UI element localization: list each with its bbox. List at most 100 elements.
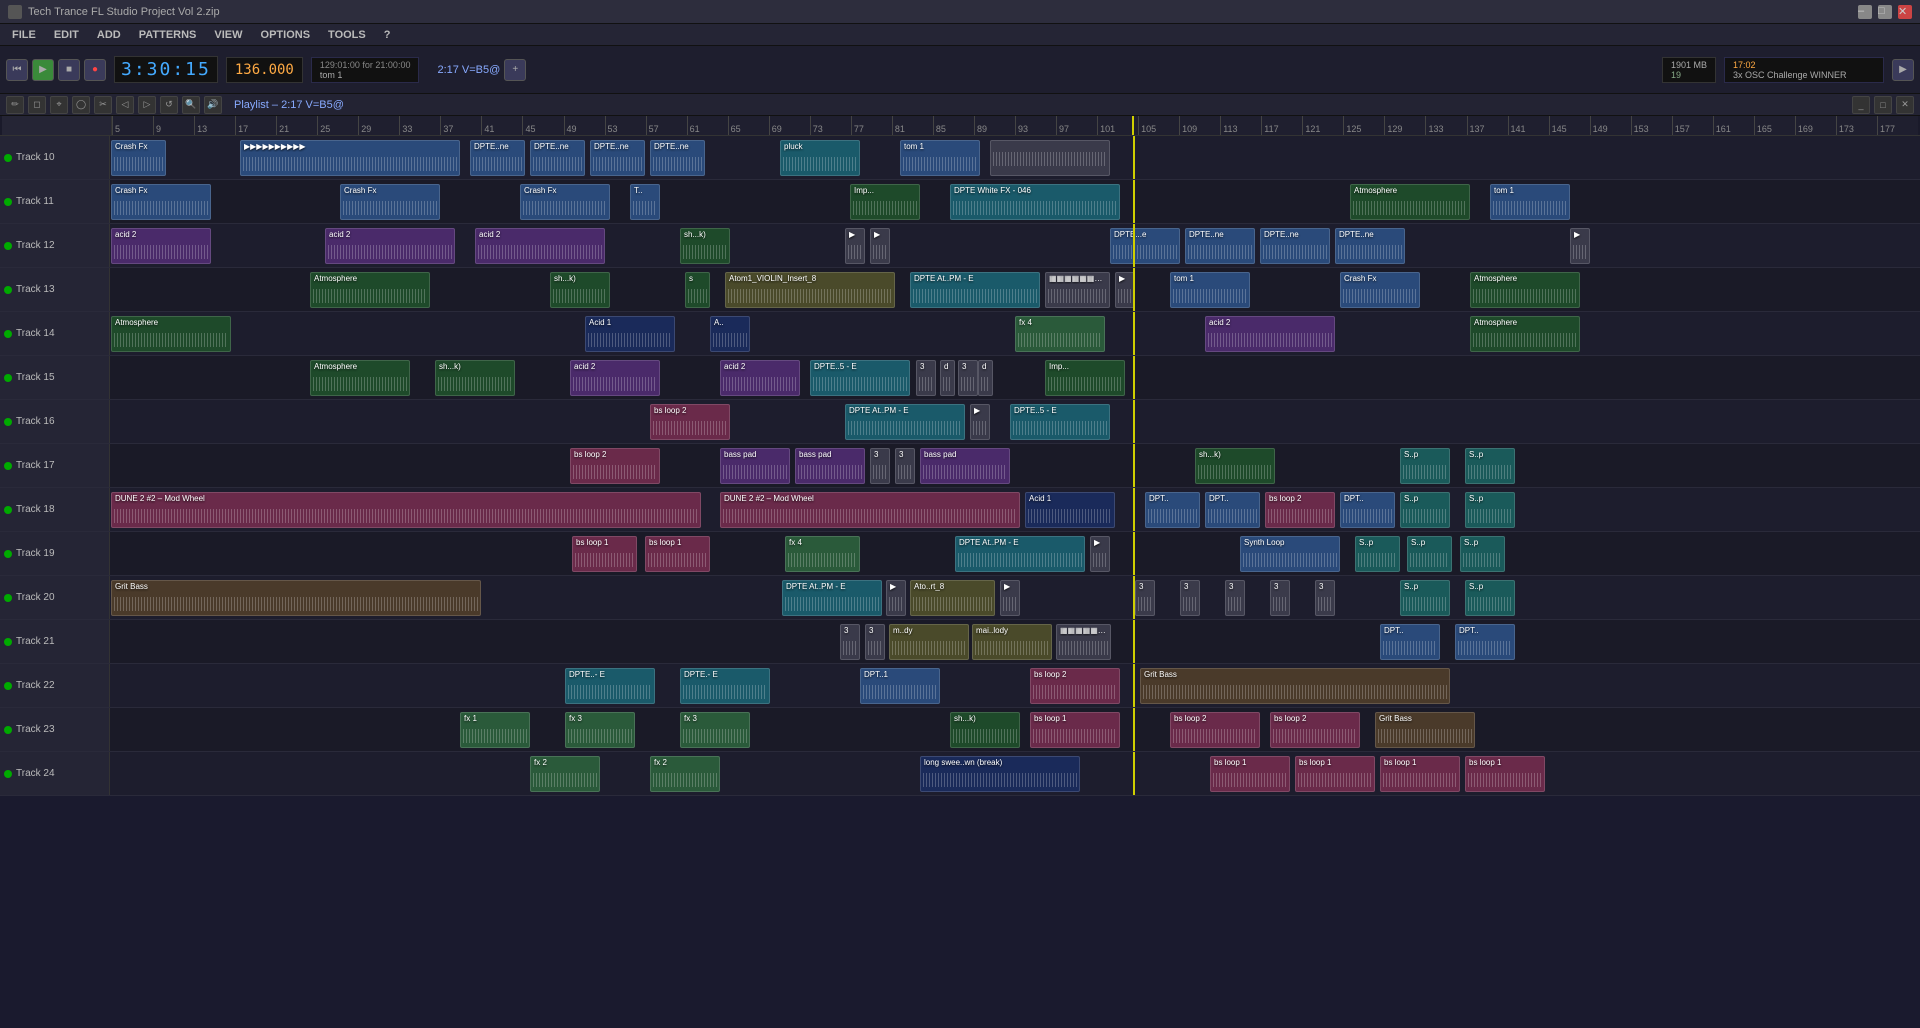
pattern-block-t19-b1[interactable]: bs loop 1 [645, 536, 710, 572]
pattern-block-t21-b6[interactable]: DPT.. [1455, 624, 1515, 660]
pattern-block-t22-b1[interactable]: DPTE.- E [680, 668, 770, 704]
minimize-button[interactable]: – [1858, 5, 1872, 19]
pattern-block-t15-b4[interactable]: DPTE..5 - E [810, 360, 910, 396]
tool-left[interactable]: ◁ [116, 96, 134, 114]
record-button[interactable]: ● [84, 59, 106, 81]
pattern-block-t20-b6[interactable]: 3 [1180, 580, 1200, 616]
pattern-block-t11-b0[interactable]: Crash Fx [111, 184, 211, 220]
pattern-block-t14-b1[interactable]: Acid 1 [585, 316, 675, 352]
track-led-24[interactable] [4, 770, 12, 778]
pattern-block-t23-b2[interactable]: fx 3 [680, 712, 750, 748]
pattern-block-t13-b7[interactable]: tom 1 [1170, 272, 1250, 308]
track-led-15[interactable] [4, 374, 12, 382]
menu-item-tools[interactable]: TOOLS [320, 27, 374, 43]
pattern-block-t19-b6[interactable]: S..p [1355, 536, 1400, 572]
pattern-block-t10-b2[interactable]: DPTE..ne [470, 140, 525, 176]
pattern-block-t14-b0[interactable]: Atmosphere [111, 316, 231, 352]
pattern-block-t11-b2[interactable]: Crash Fx [520, 184, 610, 220]
pattern-block-t15-b6[interactable]: d [940, 360, 955, 396]
tool-audio[interactable]: 🔊 [204, 96, 222, 114]
pattern-block-t20-b0[interactable]: Grit Bass [111, 580, 481, 616]
pattern-block-t12-b10[interactable]: ▶ [1570, 228, 1590, 264]
pattern-block-t13-b8[interactable]: Crash Fx [1340, 272, 1420, 308]
pattern-block-t10-b1[interactable]: ▶▶▶▶▶▶▶▶▶▶ [240, 140, 460, 176]
pattern-block-t10-b3[interactable]: DPTE..ne [530, 140, 585, 176]
pattern-block-t14-b2[interactable]: A.. [710, 316, 750, 352]
play-button[interactable]: ▶ [32, 59, 54, 81]
pattern-block-t23-b7[interactable]: Grit Bass [1375, 712, 1475, 748]
pattern-block-t20-b7[interactable]: 3 [1225, 580, 1245, 616]
pattern-block-t21-b0[interactable]: 3 [840, 624, 860, 660]
close-playlist-button[interactable]: ✕ [1896, 96, 1914, 114]
pattern-block-t11-b5[interactable]: DPTE White FX - 046 [950, 184, 1120, 220]
track-led-19[interactable] [4, 550, 12, 558]
pattern-block-t13-b4[interactable]: DPTE At..PM - E [910, 272, 1040, 308]
pattern-block-t20-b2[interactable]: ▶ [886, 580, 906, 616]
track-led-17[interactable] [4, 462, 12, 470]
track-led-12[interactable] [4, 242, 12, 250]
pattern-block-t16-b1[interactable]: DPTE At..PM - E [845, 404, 965, 440]
pattern-block-t21-b3[interactable]: mai..lody [972, 624, 1052, 660]
track-led-13[interactable] [4, 286, 12, 294]
pattern-block-t11-b3[interactable]: T.. [630, 184, 660, 220]
pattern-block-t15-b5[interactable]: 3 [916, 360, 936, 396]
pattern-block-t20-b4[interactable]: ▶ [1000, 580, 1020, 616]
pattern-block-t19-b2[interactable]: fx 4 [785, 536, 860, 572]
pattern-block-t17-b0[interactable]: bs loop 2 [570, 448, 660, 484]
pattern-block-t10-b7[interactable]: tom 1 [900, 140, 980, 176]
pattern-block-t19-b8[interactable]: S..p [1460, 536, 1505, 572]
pattern-block-t16-b0[interactable]: bs loop 2 [650, 404, 730, 440]
pattern-block-t13-b0[interactable]: Atmosphere [310, 272, 430, 308]
pattern-block-t19-b0[interactable]: bs loop 1 [572, 536, 637, 572]
pattern-block-t10-b5[interactable]: DPTE..ne [650, 140, 705, 176]
pattern-block-t19-b3[interactable]: DPTE At..PM - E [955, 536, 1085, 572]
pattern-block-t22-b3[interactable]: bs loop 2 [1030, 668, 1120, 704]
pattern-block-t24-b1[interactable]: fx 2 [650, 756, 720, 792]
pattern-block-t15-b9[interactable]: Imp... [1045, 360, 1125, 396]
menu-item-view[interactable]: VIEW [206, 27, 250, 43]
pattern-block-t14-b5[interactable]: Atmosphere [1470, 316, 1580, 352]
pattern-block-t18-b1[interactable]: DUNE 2 #2 – Mod Wheel [720, 492, 1020, 528]
track-led-18[interactable] [4, 506, 12, 514]
pattern-block-t12-b3[interactable]: sh...k) [680, 228, 730, 264]
stop-button[interactable]: ■ [58, 59, 80, 81]
pattern-block-t23-b3[interactable]: sh...k) [950, 712, 1020, 748]
pattern-block-t12-b9[interactable]: DPTE..ne [1335, 228, 1405, 264]
pattern-block-t20-b3[interactable]: Ato..rt_8 [910, 580, 995, 616]
pattern-block-t18-b8[interactable]: S..p [1465, 492, 1515, 528]
pattern-block-t20-b1[interactable]: DPTE At..PM - E [782, 580, 882, 616]
track-led-20[interactable] [4, 594, 12, 602]
pattern-block-t24-b6[interactable]: bs loop 1 [1465, 756, 1545, 792]
menu-item-file[interactable]: FILE [4, 27, 44, 43]
pattern-block-t17-b8[interactable]: S..p [1465, 448, 1515, 484]
pattern-block-t10-b8[interactable] [990, 140, 1110, 176]
pattern-block-t13-b6[interactable]: ▶ [1115, 272, 1135, 308]
pattern-block-t17-b6[interactable]: sh...k) [1195, 448, 1275, 484]
pattern-block-t12-b6[interactable]: DPTE...e [1110, 228, 1180, 264]
bpm-display[interactable]: 136.000 [226, 57, 303, 83]
track-led-21[interactable] [4, 638, 12, 646]
tool-right[interactable]: ▷ [138, 96, 156, 114]
menu-item-edit[interactable]: EDIT [46, 27, 87, 43]
tool-cut[interactable]: ✂ [94, 96, 112, 114]
tool-select[interactable]: ◻ [28, 96, 46, 114]
playback-add-button[interactable]: + [504, 59, 526, 81]
pattern-block-t23-b5[interactable]: bs loop 2 [1170, 712, 1260, 748]
pattern-block-t13-b9[interactable]: Atmosphere [1470, 272, 1580, 308]
pattern-block-t18-b0[interactable]: DUNE 2 #2 – Mod Wheel [111, 492, 701, 528]
pattern-block-t20-b11[interactable]: S..p [1465, 580, 1515, 616]
pattern-block-t17-b4[interactable]: 3 [895, 448, 915, 484]
pattern-block-t23-b6[interactable]: bs loop 2 [1270, 712, 1360, 748]
track-led-23[interactable] [4, 726, 12, 734]
pattern-block-t12-b4[interactable]: ▶ [845, 228, 865, 264]
pattern-block-t18-b2[interactable]: Acid 1 [1025, 492, 1115, 528]
expand-button[interactable]: ▶ [1892, 59, 1914, 81]
pattern-block-t12-b0[interactable]: acid 2 [111, 228, 211, 264]
pattern-block-t15-b3[interactable]: acid 2 [720, 360, 800, 396]
track-led-16[interactable] [4, 418, 12, 426]
tool-draw[interactable]: ✏ [6, 96, 24, 114]
track-led-10[interactable] [4, 154, 12, 162]
pattern-block-t22-b2[interactable]: DPT..1 [860, 668, 940, 704]
pattern-block-t24-b5[interactable]: bs loop 1 [1380, 756, 1460, 792]
track-led-11[interactable] [4, 198, 12, 206]
